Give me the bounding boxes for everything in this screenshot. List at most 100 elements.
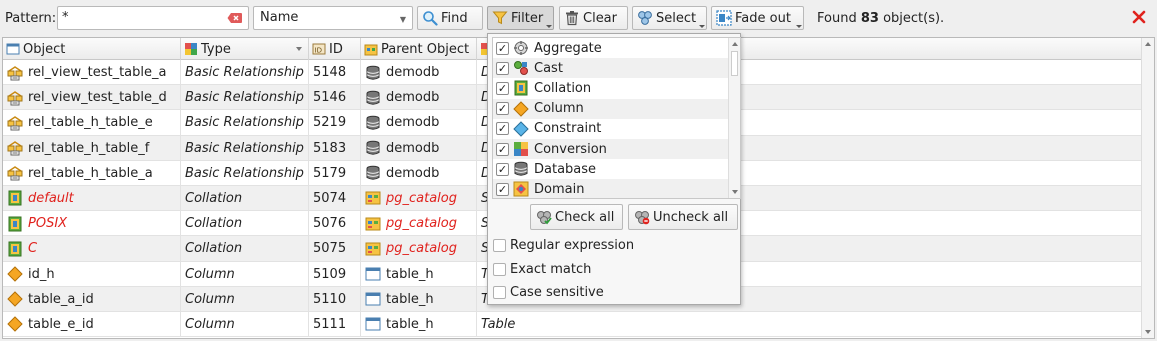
object-id-cell[interactable]: 5076 <box>309 211 361 237</box>
column-header-id[interactable]: ID ID <box>309 38 361 60</box>
column-header-id-label: ID <box>329 41 343 57</box>
filter-item-checkbox[interactable]: ✓ <box>496 122 509 136</box>
search-field-select[interactable]: Name ▼ <box>253 6 413 30</box>
regular-expression-checkbox[interactable] <box>493 238 506 252</box>
filter-item-checkbox[interactable]: ✓ <box>496 102 509 116</box>
parent-object-cell[interactable]: pg_catalog <box>361 185 477 211</box>
exact-match-checkbox[interactable] <box>493 262 506 276</box>
case-sensitive-checkbox[interactable] <box>493 285 506 299</box>
object-id-cell[interactable]: 5183 <box>309 135 361 161</box>
object-type-cell[interactable]: Basic Relationship <box>181 60 309 85</box>
object-id-cell[interactable]: 5148 <box>309 60 361 85</box>
object-name: rel_view_test_table_a <box>28 65 167 80</box>
column-header-type[interactable]: Type <box>181 38 309 60</box>
filter-item-checkbox[interactable]: ✓ <box>496 142 509 156</box>
parent-object-cell[interactable]: table_h <box>361 286 477 312</box>
parent-object-cell[interactable]: demodb <box>361 110 477 136</box>
filter-item[interactable]: ✓ Cast <box>493 58 740 79</box>
scroll-up-icon[interactable] <box>732 42 738 46</box>
parent-object-cell[interactable]: pg_catalog <box>361 211 477 237</box>
uncheck-all-label: Uncheck all <box>653 209 729 225</box>
object-type-cell[interactable]: Collation <box>181 185 309 211</box>
column-header-object-label: Object <box>23 41 66 57</box>
scroll-down-icon[interactable] <box>1145 330 1151 334</box>
filter-button[interactable]: Filter <box>487 6 554 30</box>
parent-object-cell[interactable]: table_h <box>361 261 477 287</box>
pattern-input[interactable]: * <box>57 6 249 30</box>
filter-item-checkbox[interactable]: ✓ <box>496 162 509 176</box>
dropdown-arrow-icon <box>546 25 552 28</box>
table-icon <box>365 266 386 282</box>
object-type-cell[interactable]: Basic Relationship <box>181 85 309 111</box>
object-type-cell[interactable]: Basic Relationship <box>181 135 309 161</box>
object-type-cell[interactable]: Column <box>181 261 309 287</box>
filter-item-checkbox[interactable]: ✓ <box>496 61 509 75</box>
object-id-cell[interactable]: 5146 <box>309 85 361 111</box>
object-name-cell[interactable]: rel_table_h_table_f <box>3 135 181 161</box>
filter-item[interactable]: ✓ Database <box>493 159 740 179</box>
column-header-object[interactable]: Object <box>3 38 181 60</box>
object-id-cell[interactable]: 5110 <box>309 286 361 312</box>
object-type-cell[interactable]: Basic Relationship <box>181 160 309 186</box>
regular-expression-option[interactable]: Regular expression <box>493 235 634 255</box>
filter-item[interactable]: ✓ Constraint <box>493 119 740 139</box>
filter-list-scrollbar[interactable] <box>728 38 740 198</box>
select-button[interactable]: Select <box>632 6 707 30</box>
object-name-cell[interactable]: table_a_id <box>3 286 181 312</box>
filter-item-label: Conversion <box>534 141 607 157</box>
parent-object-cell[interactable]: pg_catalog <box>361 236 477 262</box>
object-type-cell[interactable]: Collation <box>181 211 309 237</box>
exact-match-option[interactable]: Exact match <box>493 259 591 279</box>
object-id-cell[interactable]: 5179 <box>309 160 361 186</box>
object-id-cell[interactable]: 5075 <box>309 236 361 262</box>
object-name-cell[interactable]: table_e_id <box>3 311 181 337</box>
object-id-cell[interactable]: 5109 <box>309 261 361 287</box>
clear-button[interactable]: Clear <box>559 6 628 30</box>
uncheck-all-button[interactable]: Uncheck all <box>628 204 738 230</box>
parent-object-cell[interactable]: table_h <box>361 311 477 337</box>
close-x-icon[interactable] <box>1131 9 1147 25</box>
scroll-down-icon[interactable] <box>732 190 738 194</box>
object-type-cell[interactable]: Column <box>181 311 309 337</box>
check-all-button[interactable]: Check all <box>530 204 623 230</box>
object-name-cell[interactable]: POSIX <box>3 211 181 237</box>
filter-item-checkbox[interactable]: ✓ <box>496 81 509 95</box>
filter-item-checkbox[interactable]: ✓ <box>496 182 509 196</box>
filter-item[interactable]: ✓ Collation <box>493 78 740 98</box>
scroll-up-icon[interactable] <box>1145 42 1151 46</box>
aggregate-icon <box>513 40 534 56</box>
parent-type-cell[interactable]: Table <box>477 312 587 337</box>
parent-object-cell[interactable]: demodb <box>361 160 477 186</box>
filter-item[interactable]: ✓ Domain <box>493 179 740 198</box>
scroll-thumb[interactable] <box>731 51 738 76</box>
object-name-cell[interactable]: rel_table_h_table_e <box>3 110 181 136</box>
object-type-cell[interactable]: Collation <box>181 236 309 262</box>
object-type-cell[interactable]: Column <box>181 286 309 312</box>
object-id-cell[interactable]: 5111 <box>309 311 361 337</box>
parent-object-cell[interactable]: demodb <box>361 85 477 111</box>
object-name: rel_table_h_table_f <box>28 140 150 156</box>
find-button[interactable]: Find <box>417 6 483 30</box>
clear-input-icon[interactable] <box>227 12 243 24</box>
object-id-cell[interactable]: 5074 <box>309 185 361 211</box>
filter-item[interactable]: ✓ Column <box>493 98 740 119</box>
object-name-cell[interactable]: default <box>3 185 181 211</box>
object-name-cell[interactable]: id_h <box>3 261 181 287</box>
column-header-parent-object[interactable]: Parent Object <box>361 38 477 60</box>
relationship-icon <box>7 140 28 156</box>
object-id-cell[interactable]: 5219 <box>309 110 361 136</box>
object-name-cell[interactable]: rel_table_h_table_a <box>3 160 181 186</box>
filter-item[interactable]: ✓ Conversion <box>493 138 740 160</box>
filter-item-checkbox[interactable]: ✓ <box>496 41 509 55</box>
object-name-cell[interactable]: rel_view_test_table_a <box>3 60 181 85</box>
object-name-cell[interactable]: rel_view_test_table_d <box>3 85 181 111</box>
table-row[interactable]: table_e_id Column 5111 table_h Table <box>3 311 1142 338</box>
table-scrollbar[interactable] <box>1141 38 1154 338</box>
parent-object-cell[interactable]: demodb <box>361 135 477 161</box>
object-type-cell[interactable]: Basic Relationship <box>181 110 309 136</box>
object-name-cell[interactable]: C <box>3 236 181 262</box>
parent-object-cell[interactable]: demodb <box>361 60 477 85</box>
filter-item[interactable]: ✓ Aggregate <box>493 38 740 58</box>
fade-out-button[interactable]: Fade out <box>711 6 804 30</box>
case-sensitive-option[interactable]: Case sensitive <box>493 282 604 302</box>
